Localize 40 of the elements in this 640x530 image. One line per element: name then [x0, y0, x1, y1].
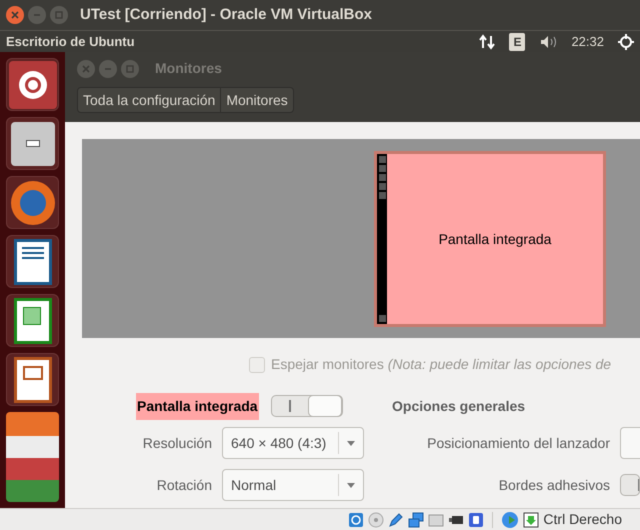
- section-heading: Opciones generales: [392, 396, 526, 416]
- breadcrumb-button[interactable]: Monitores: [221, 87, 294, 113]
- stacked-launcher-icons[interactable]: [6, 412, 59, 502]
- close-icon: [11, 11, 19, 19]
- dash-launcher-icon[interactable]: [6, 58, 59, 111]
- host-key-label: Ctrl Derecho: [543, 510, 622, 529]
- close-icon: [82, 64, 90, 72]
- close-button[interactable]: [6, 6, 24, 24]
- minimize-icon: [33, 11, 41, 19]
- monitor-label: Pantalla integrada: [438, 230, 552, 249]
- breadcrumb-button[interactable]: Toda la configuración: [77, 87, 222, 113]
- writer-launcher-icon[interactable]: [6, 235, 59, 288]
- resolution-dropdown[interactable]: 640 × 480 (4:3): [222, 427, 364, 459]
- monitor-preview[interactable]: Pantalla integrada: [374, 151, 606, 327]
- browser-launcher-icon[interactable]: [6, 176, 59, 229]
- keyboard-indicator[interactable]: E: [509, 32, 526, 50]
- maximize-icon: [55, 11, 63, 19]
- clock[interactable]: 22:32: [571, 32, 604, 52]
- toggle-switch[interactable]: [270, 395, 343, 417]
- folder-icon: [428, 512, 444, 528]
- rotation-dropdown[interactable]: Normal: [222, 469, 364, 501]
- field-label: Bordes adhesivos: [498, 476, 610, 494]
- pen-icon: [388, 512, 404, 528]
- impress-launcher-icon[interactable]: [6, 353, 59, 406]
- panel-title: Escritorio de Ubuntu: [6, 32, 136, 51]
- optical-disc-icon: [368, 512, 384, 528]
- window-title: UTest [Corriendo] - Oracle VM VirtualBox: [80, 4, 372, 25]
- calc-launcher-icon[interactable]: [6, 294, 59, 347]
- settings-window-title: Monitores: [155, 59, 222, 78]
- maximize-icon: [126, 64, 134, 72]
- field-label: Posicionamiento del lanzador: [427, 434, 610, 452]
- network-windows-icon: [408, 512, 424, 528]
- files-launcher-icon[interactable]: [6, 117, 59, 170]
- display-name: Pantalla integrada: [136, 392, 259, 420]
- field-label: Resolución: [142, 434, 212, 452]
- power-icon[interactable]: [618, 34, 634, 50]
- checkbox-label: Espejar monitores (Nota: puede limitar las opciones de: [271, 355, 612, 374]
- network-icon: [479, 34, 496, 50]
- toggle-switch[interactable]: [620, 474, 640, 496]
- field-label: Rotación: [156, 476, 212, 494]
